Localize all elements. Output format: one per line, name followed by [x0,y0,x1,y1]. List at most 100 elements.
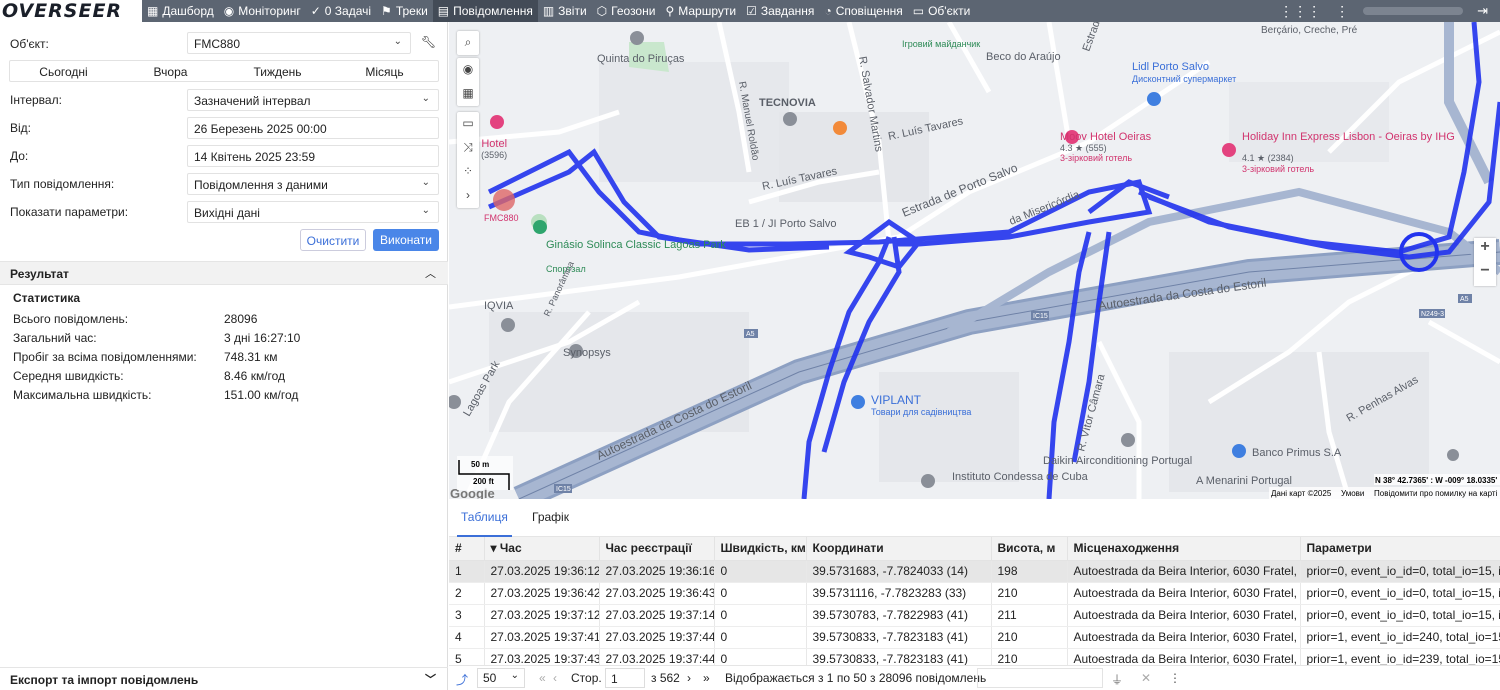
tab-chart[interactable]: Графік [532,510,569,524]
nav-item-10[interactable]: ▭ Об'єкти [908,0,976,22]
table-cell: prior=1, event_io_id=240, total_io=15, i… [1300,626,1500,649]
params-value: Вихідні дані [194,206,260,220]
table-cell: Autoestrada da Beira Interior, 6030 Frat… [1067,648,1301,665]
prev-page-icon[interactable]: ‹ [553,671,557,685]
map-search-box: ⌕ [457,31,479,55]
table-cell: 27.03.2025 19:37:14 [599,604,715,627]
column-header[interactable]: Місценаходження [1067,537,1301,561]
road-badge: A5 [1460,296,1469,303]
column-header[interactable]: Висота, м [991,537,1068,561]
nav-item-9[interactable]: ◔ Сповіщення [819,0,907,22]
export-import-section[interactable]: Експорт та імпорт повідомлень ﹀ [0,667,448,690]
page-of: з 562 [651,671,680,685]
table-cell: 27.03.2025 19:36:43 [599,582,715,605]
period-week[interactable]: Тиждень [224,61,331,81]
ruler-icon[interactable]: ▭ [457,112,479,136]
map-view[interactable]: Quinta do Piruças TECNOVIA Ігровий майда… [449,22,1500,499]
zoom-controls: + − [1474,238,1496,286]
first-page-icon[interactable]: « [539,671,546,685]
next-page-icon[interactable]: › [687,671,691,685]
table-cell: 27.03.2025 19:37:12 [484,604,600,627]
user-name-blurred[interactable] [1363,7,1464,15]
more-vert-icon[interactable]: ⋮ [1335,3,1349,20]
chevron-down-icon: ⌄ [421,93,430,104]
table-cell: prior=0, event_io_id=0, total_io=15, io_… [1300,560,1500,583]
table-cell: 27.03.2025 19:37:44 [599,648,715,665]
from-date-input[interactable]: 26 Березень 2025 00:00 [187,117,439,139]
column-header[interactable]: Швидкість, км/г [714,537,807,561]
stat-label: Максимальна швидкість: [13,388,152,402]
nav-item-8[interactable]: ☑ Завдання [741,0,819,22]
period-today[interactable]: Сьогодні [10,61,117,81]
close-icon[interactable]: ✕ [1141,671,1151,685]
table-cell: 211 [991,604,1068,627]
messages-table: # ▾ Час Час реєстрації Швидкість, км/г Коорд… [449,537,1500,665]
column-header[interactable]: ▾ Час [484,537,600,561]
apps-grid-icon[interactable]: ⋮⋮⋮ [1279,3,1321,20]
nav-item-2[interactable]: ✓ 0 Задачі [306,0,376,22]
route-icon[interactable]: ⤨ [457,136,479,160]
table-row[interactable]: 1 27.03.2025 19:36:12 27.03.2025 19:36:16 0… [449,560,1500,583]
period-yesterday[interactable]: Вчора [117,61,224,81]
run-button[interactable]: Виконати [373,229,439,251]
pager: ⤴ 50 ⌄ « ‹ Стор. 1 з 562 › » Відображаєт… [449,665,1500,690]
clear-button[interactable]: Очистити [300,229,366,251]
page-size-select[interactable]: 50 ⌄ [477,668,525,688]
road-badge: A5 [746,331,755,338]
logout-icon[interactable]: ⇥ [1477,3,1488,19]
table-row[interactable]: 2 27.03.2025 19:36:42 27.03.2025 19:36:43 0… [449,582,1500,605]
zoom-in-icon[interactable]: + [1474,238,1496,262]
page-input[interactable]: 1 [605,668,645,688]
nav-item-4[interactable]: ▤ Повідомлення [432,0,538,22]
column-header[interactable]: # [449,537,485,561]
wrench-icon[interactable]: 🔧︎ [421,35,436,49]
table-row[interactable]: 3 27.03.2025 19:37:12 27.03.2025 19:37:14 0… [449,604,1500,627]
more-vert-icon[interactable]: ⋮ [1169,671,1181,685]
road-badge: N249-3 [1421,311,1444,318]
table-cell: 39.5731683, -7.7824033 (14) [806,560,992,583]
route-icon[interactable]: ⤴ [456,671,468,688]
to-date-input[interactable]: 14 Квітень 2025 23:59 [187,145,439,167]
zoom-out-icon[interactable]: − [1474,262,1496,286]
filter-icon[interactable]: ⏚ [1111,671,1123,688]
eye-icon[interactable]: ◉ [457,58,479,82]
msgtype-select[interactable]: Повідомлення з даними ⌄ [187,173,439,195]
filter-input[interactable] [977,668,1103,688]
nav-item-6[interactable]: ⬡ Геозони [592,0,661,22]
column-header[interactable]: Координати [806,537,992,561]
nav-icon: ⚲ [665,4,675,18]
table-cell: 27.03.2025 19:37:41 [484,626,600,649]
object-label: Об'єкт: [10,37,49,51]
nav-item-3[interactable]: ⚑ Треки [376,0,433,22]
nav-item-0[interactable]: ▦ Дашборд [142,0,219,22]
nav-item-7[interactable]: ⚲ Маршрути [660,0,741,22]
stat-value: 3 дні 16:27:10 [224,331,301,345]
result-section-header[interactable]: Результат ︿ [0,261,448,285]
points-icon[interactable]: ⁘ [457,160,479,184]
nav-label: Маршрути [678,4,737,18]
chevron-up-icon[interactable]: ︿ [425,265,436,281]
nav-item-1[interactable]: ◉ Моніторинг [219,0,306,22]
last-page-icon[interactable]: » [703,671,710,685]
column-header[interactable]: Параметри [1300,537,1500,561]
period-month[interactable]: Місяць [331,61,438,81]
nav-label: Об'єкти [928,4,971,18]
tab-table[interactable]: Таблиця [461,510,508,524]
chevron-down-icon[interactable]: ﹀ [425,671,436,687]
interval-select[interactable]: Зазначений інтервал ⌄ [187,89,439,111]
stats-title: Статистика [13,291,81,305]
table-row[interactable]: 5 27.03.2025 19:37:43 27.03.2025 19:37:44 0… [449,648,1500,665]
map-layers-icon[interactable]: ▦ [457,82,479,106]
map-label: A Menarini Portugal [1196,475,1292,487]
table-row[interactable]: 4 27.03.2025 19:37:41 27.03.2025 19:37:44 0… [449,626,1500,649]
object-select[interactable]: FMC880 ⌄ [187,32,411,54]
table-cell: 27.03.2025 19:36:42 [484,582,600,605]
column-header[interactable]: Час реєстрації [599,537,715,561]
search-icon[interactable]: ⌕ [457,31,479,55]
nav-label: Геозони [611,4,656,18]
nav-label: Завдання [760,4,815,18]
chevron-right-icon[interactable]: › [457,184,479,208]
table-cell: 210 [991,626,1068,649]
nav-item-5[interactable]: ▥ Звіти [538,0,592,22]
params-select[interactable]: Вихідні дані ⌄ [187,201,439,223]
